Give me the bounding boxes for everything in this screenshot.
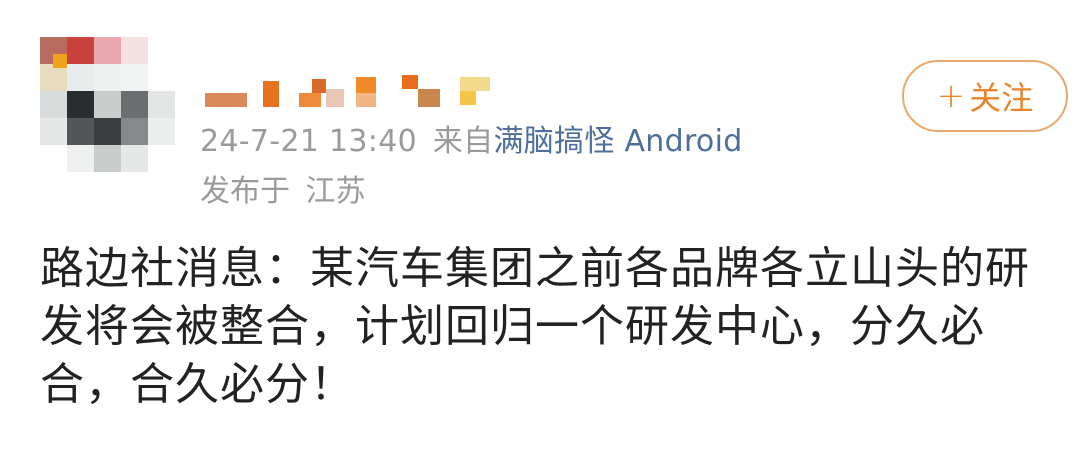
- post-meta: 24-7-21 13:40 来自满脑搞怪 Android: [200, 120, 743, 164]
- avatar-pixel: [121, 91, 148, 118]
- username-pixel: [205, 93, 247, 107]
- avatar-pixel: [148, 37, 175, 64]
- avatar-pixel: [94, 37, 121, 64]
- avatar-pixel: [148, 118, 175, 145]
- avatar-pixel: [121, 64, 148, 91]
- avatar-pixel: [67, 64, 94, 91]
- location-prefix: 发布于: [200, 174, 290, 209]
- username-pixel: [418, 89, 440, 107]
- avatar-pixel: [67, 37, 94, 64]
- username-pixel: [326, 89, 344, 107]
- username-pixel: [460, 91, 476, 105]
- avatar-pixel: [94, 91, 121, 118]
- username-pixel: [460, 77, 490, 91]
- avatar-pixel: [53, 54, 67, 68]
- avatar-pixel: [94, 145, 121, 172]
- follow-label: 关注: [969, 79, 1034, 117]
- username-pixel: [299, 93, 321, 107]
- avatar-pixel: [148, 145, 175, 172]
- avatar-pixel: [148, 64, 175, 91]
- avatar-pixel: [67, 118, 94, 145]
- post-location: 发布于 江苏: [200, 170, 366, 214]
- avatar-pixel: [40, 118, 67, 145]
- location-value: 江苏: [305, 174, 366, 209]
- source-app-link[interactable]: 满脑搞怪 Android: [493, 124, 742, 159]
- username-pixel: [263, 81, 279, 107]
- username-pixel: [356, 93, 376, 107]
- avatar-pixel: [121, 145, 148, 172]
- avatar-pixel: [148, 91, 175, 118]
- avatar-pixel: [94, 118, 121, 145]
- avatar-pixel: [40, 91, 67, 118]
- username[interactable]: [205, 71, 505, 116]
- username-pixel: [402, 75, 418, 89]
- plus-icon: +: [936, 76, 966, 116]
- avatar-pixel: [67, 91, 94, 118]
- timestamp[interactable]: 24-7-21 13:40: [200, 124, 417, 159]
- username-pixel: [356, 77, 376, 93]
- avatar-pixel: [94, 64, 121, 91]
- post-body: 路边社消息：某汽车集团之前各品牌各立山头的研发将会被整合，计划回归一个研发中心，…: [40, 243, 1030, 410]
- avatar-pixel: [121, 37, 148, 64]
- avatar-pixel: [40, 145, 67, 172]
- follow-button[interactable]: + 关注: [902, 60, 1068, 132]
- avatar-pixel: [121, 118, 148, 145]
- avatar[interactable]: [40, 37, 175, 172]
- username-pixel: [312, 79, 326, 93]
- avatar-pixel: [67, 145, 94, 172]
- avatar-pixel: [40, 64, 67, 91]
- source-prefix: 来自: [432, 124, 494, 159]
